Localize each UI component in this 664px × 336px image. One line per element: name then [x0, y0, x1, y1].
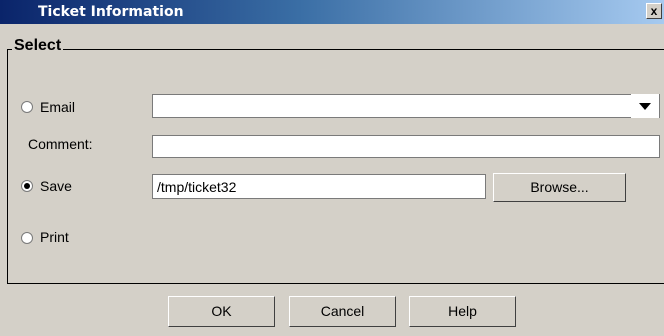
email-label: Email [40, 99, 76, 115]
chevron-down-icon[interactable] [631, 94, 659, 118]
group-label: Select [12, 37, 64, 55]
window-title: Ticket Information [38, 4, 184, 20]
ok-button[interactable]: OK [168, 296, 275, 327]
cancel-button[interactable]: Cancel [289, 296, 396, 327]
print-label: Print [40, 229, 69, 245]
save-label: Save [40, 178, 72, 194]
email-combo[interactable] [152, 94, 660, 118]
save-path-field[interactable]: /tmp/ticket32 [152, 174, 486, 199]
title-bar: Ticket Information x [0, 0, 664, 24]
email-radio[interactable] [21, 101, 33, 113]
help-button[interactable]: Help [409, 296, 516, 327]
print-radio[interactable] [21, 232, 33, 244]
close-icon: x [650, 4, 658, 18]
browse-button[interactable]: Browse... [493, 173, 626, 202]
close-button[interactable]: x [646, 3, 662, 19]
comment-field[interactable] [152, 135, 660, 158]
save-radio[interactable] [21, 180, 33, 192]
save-path-value: /tmp/ticket32 [157, 179, 237, 195]
comment-label: Comment: [28, 136, 93, 152]
select-group [7, 49, 664, 284]
